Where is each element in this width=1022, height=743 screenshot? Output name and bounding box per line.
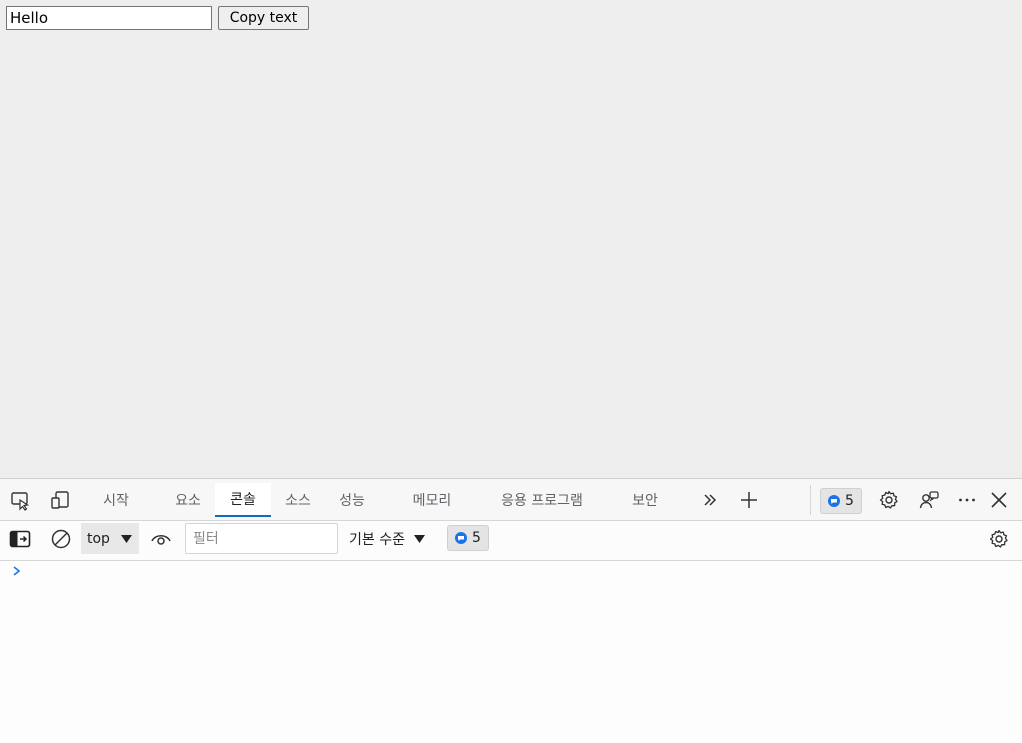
console-issues-badge[interactable]: 5 (447, 525, 489, 551)
context-value: top (87, 530, 110, 547)
eye-icon[interactable] (147, 525, 175, 553)
filter-input[interactable] (185, 523, 338, 554)
issues-count: 5 (472, 530, 481, 546)
log-level-value: 기본 수준 (349, 531, 405, 548)
device-emulation-icon[interactable] (46, 486, 74, 514)
dropdown-arrow-icon (413, 534, 425, 543)
console-settings-gear-icon[interactable] (985, 525, 1013, 553)
tab-label: 응용 프로그램 (501, 493, 583, 509)
tab-elements[interactable]: 요소 (167, 483, 209, 517)
tab-label: 보안 (632, 493, 658, 509)
tab-application[interactable]: 응용 프로그램 (490, 483, 594, 517)
tab-console[interactable]: 콘솔 (215, 483, 271, 517)
tab-label: 콘솔 (230, 492, 256, 508)
tab-sources[interactable]: 소스 (277, 483, 319, 517)
sidebar-toggle-icon[interactable] (6, 525, 34, 553)
chevron-double-right-icon[interactable] (696, 486, 724, 514)
context-selector[interactable]: top (81, 523, 139, 554)
tab-label: 요소 (175, 493, 201, 509)
tab-welcome[interactable]: 시작 (96, 483, 136, 517)
issues-count: 5 (845, 493, 854, 509)
tab-label: 성능 (339, 493, 365, 509)
devtools-tab-bar: 시작 요소 콘솔 소스 성능 메모리 응용 프로그램 보안 5 (0, 479, 1022, 521)
inspect-element-icon[interactable] (6, 486, 34, 514)
tab-security[interactable]: 보안 (624, 483, 666, 517)
feedback-icon[interactable] (915, 486, 943, 514)
console-output[interactable] (0, 561, 1022, 743)
console-toolbar: top 기본 수준 5 (0, 521, 1022, 561)
close-icon[interactable] (985, 486, 1013, 514)
issues-badge[interactable]: 5 (820, 488, 862, 514)
text-input[interactable] (6, 6, 212, 30)
message-icon (828, 495, 840, 507)
dropdown-arrow-icon (121, 535, 132, 543)
page-viewport: Copy text (0, 0, 1022, 478)
copy-text-button[interactable]: Copy text (218, 6, 309, 30)
tab-performance[interactable]: 성능 (331, 483, 373, 517)
plus-icon[interactable] (735, 486, 763, 514)
tab-label: 메모리 (412, 493, 452, 509)
ellipsis-icon[interactable] (953, 486, 981, 514)
console-prompt-caret-icon (13, 566, 21, 576)
divider (810, 485, 811, 515)
devtools-panel: 시작 요소 콘솔 소스 성능 메모리 응용 프로그램 보안 5 top 필터 기… (0, 478, 1022, 743)
clear-console-icon[interactable] (47, 525, 75, 553)
tab-label: 시작 (103, 493, 129, 509)
tab-label: 소스 (285, 493, 311, 509)
tab-memory[interactable]: 메모리 (404, 483, 460, 517)
message-icon (455, 532, 467, 544)
gear-icon[interactable] (875, 486, 903, 514)
log-level-selector[interactable]: 기본 수준 (349, 523, 425, 554)
